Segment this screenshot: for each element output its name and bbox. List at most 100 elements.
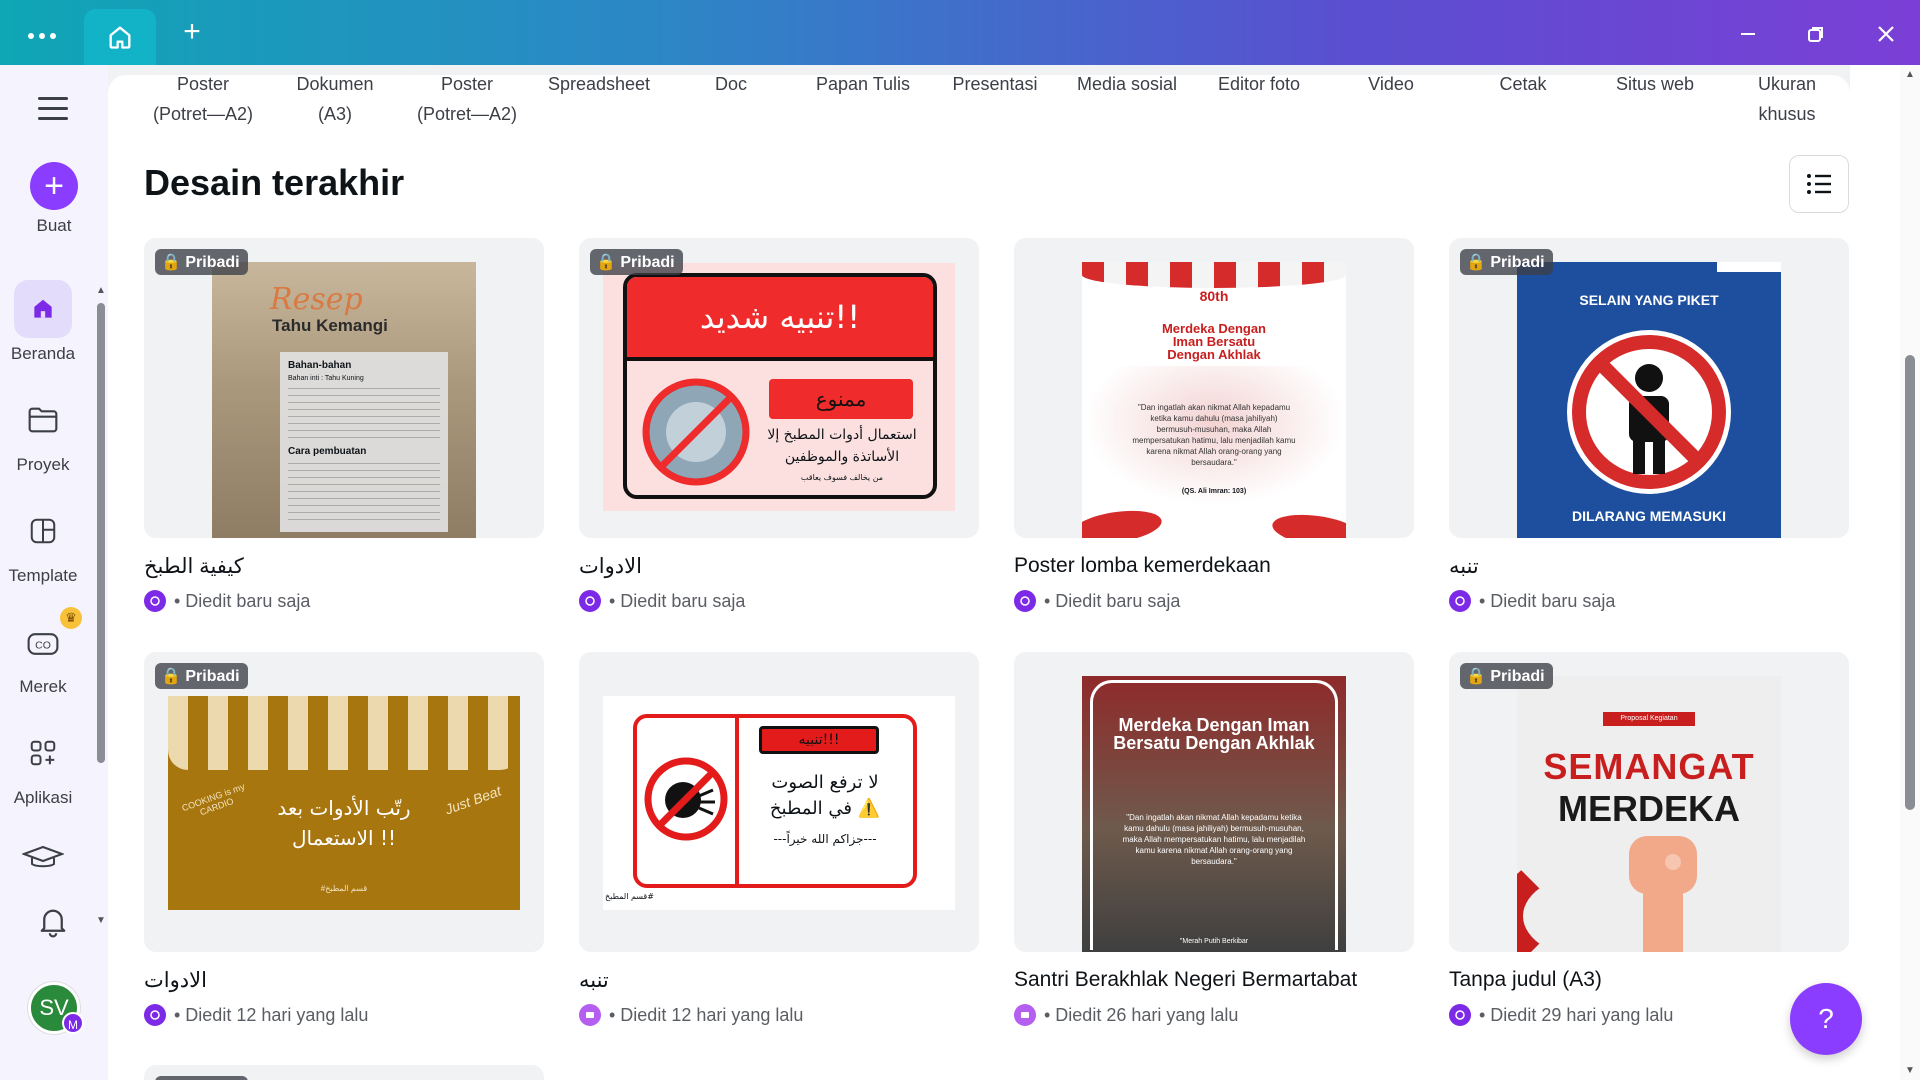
preview-heading: تنبيه!!! <box>759 726 879 754</box>
edit-compass-icon <box>579 590 601 612</box>
category-item[interactable]: Media sosial <box>1062 69 1192 99</box>
rail-item-beranda[interactable]: Beranda <box>0 280 86 364</box>
category-item[interactable]: Presentasi <box>930 69 1060 99</box>
close-icon[interactable] <box>1868 16 1904 52</box>
recipe-card: Bahan-bahan Bahan inti : Tahu Kuning Car… <box>280 352 448 532</box>
restore-icon[interactable] <box>1798 16 1834 52</box>
rail-label: Template <box>8 566 78 585</box>
rail-item-aplikasi[interactable]: Aplikasi <box>0 724 86 808</box>
design-thumbnail[interactable]: تنبيه!!! لا ترفع الصوت في المطبخ ⚠️ ---ج… <box>579 652 979 952</box>
category-item[interactable]: Ukuran khusus <box>1722 69 1852 129</box>
design-title[interactable]: Poster lomba kemerdekaan <box>1014 554 1414 582</box>
category-line2: khusus <box>1758 104 1816 124</box>
design-meta: • Diedit 12 hari yang lalu <box>144 1004 544 1026</box>
apps-icon <box>14 724 72 782</box>
hamburger-menu-icon[interactable] <box>38 97 68 121</box>
category-item[interactable]: Poster (Potret—A2) <box>138 69 268 129</box>
design-meta-text: • Diedit baru saja <box>174 590 311 611</box>
home-icon <box>109 26 131 49</box>
rail-item-proyek[interactable]: Proyek <box>0 391 86 475</box>
category-item[interactable]: Spreadsheet <box>534 69 664 99</box>
design-meta: • Diedit 26 hari yang lalu <box>1014 1004 1414 1026</box>
fist-illustration <box>1629 836 1697 952</box>
design-card[interactable]: تنبيه!!! لا ترفع الصوت في المطبخ ⚠️ ---ج… <box>579 652 979 1026</box>
design-card[interactable]: 🔒 Pribadi <box>144 1065 544 1080</box>
rail-item-template[interactable]: Template <box>0 502 86 586</box>
design-thumbnail[interactable]: Proposal Kegiatan SEMANGAT MERDEKA 🔒 Pri… <box>1449 652 1849 952</box>
design-meta-text: • Diedit 12 hari yang lalu <box>174 1004 369 1025</box>
graduation-cap-icon[interactable] <box>21 845 65 874</box>
left-rail: + Buat Beranda Proyek Template CO ♛ Mere… <box>0 65 108 1080</box>
preview-badge: 80th <box>1199 288 1229 304</box>
new-tab-plus-icon[interactable]: + <box>176 16 208 48</box>
design-meta-text: • Diedit baru saja <box>1479 590 1616 611</box>
minimize-icon[interactable] <box>1730 16 1766 52</box>
preview-ingredients-main: Bahan inti : Tahu Kuning <box>288 375 364 382</box>
design-card[interactable]: Proposal Kegiatan SEMANGAT MERDEKA 🔒 Pri… <box>1449 652 1849 1026</box>
preview-line2: الاستعمال !! <box>292 826 396 850</box>
design-thumbnail[interactable]: Merdeka Dengan Iman Bersatu Dengan Akhla… <box>1014 652 1414 952</box>
rail-item-merek[interactable]: CO ♛ Merek <box>0 607 86 697</box>
category-line1: Papan Tulis <box>815 74 911 94</box>
design-card[interactable]: تنبيه شديد!! ممنوع استعمال أدوات المطبخ … <box>579 238 979 612</box>
preview-heading: Resep <box>270 282 363 317</box>
category-item[interactable]: Cetak <box>1458 69 1588 99</box>
design-title[interactable]: Tanpa judul (A3) <box>1449 968 1849 996</box>
design-title[interactable]: تنبه <box>579 968 979 996</box>
page-scrollbar[interactable]: ▲ ▼ <box>1900 65 1920 1080</box>
rail-scrollbar[interactable]: ▲ ▼ <box>96 285 108 935</box>
preview-footer: "Merah Putih Berkibar <box>1179 938 1249 945</box>
design-card[interactable]: SELAIN YANG PIKET DILARANG MEMASUKI 🔒 Pr… <box>1449 238 1849 612</box>
preview-line1: استعمال أدوات المطبخ إلا <box>767 427 917 443</box>
category-item[interactable]: Situs web <box>1590 69 1720 99</box>
design-thumbnail[interactable]: SELAIN YANG PIKET DILARANG MEMASUKI 🔒 Pr… <box>1449 238 1849 538</box>
rail-label: Beranda <box>10 344 76 363</box>
category-item[interactable]: Editor foto <box>1194 69 1324 99</box>
category-item[interactable]: Poster (Potret—A2) <box>402 69 532 129</box>
design-card[interactable]: COOKING is my CARDIO رتّب الأدوات بعد ال… <box>144 652 544 1026</box>
design-title[interactable]: الادوات <box>579 554 979 582</box>
folder-icon <box>14 391 72 449</box>
preview-heading: Merdeka Dengan Iman Bersatu Dengan Akhla… <box>1161 321 1267 362</box>
warning-preview: تنبيه شديد!! ممنوع استعمال أدوات المطبخ … <box>603 263 955 511</box>
rail-label: Aplikasi <box>13 788 73 807</box>
section-title: Desain terakhir <box>144 162 405 203</box>
home-tab[interactable] <box>84 9 156 65</box>
design-type-row: Poster (Potret—A2) Dokumen (A3) Poster (Pot… <box>138 69 1838 129</box>
design-thumbnail[interactable]: 80th Merdeka Dengan Iman Bersatu Dengan … <box>1014 238 1414 538</box>
design-title[interactable]: تنبه <box>1449 554 1849 582</box>
more-horizontal-icon[interactable] <box>22 20 62 48</box>
category-item[interactable]: Dokumen (A3) <box>270 69 400 129</box>
design-card[interactable]: Merdeka Dengan Iman Bersatu Dengan Akhla… <box>1014 652 1414 1026</box>
preview-heading: Merdeka Dengan Iman Bersatu Dengan Akhla… <box>1113 715 1315 753</box>
rail-label: Merek <box>19 677 67 696</box>
create-button[interactable]: + Buat <box>11 162 97 236</box>
design-title[interactable]: Santri Berakhlak Negeri Bermartabat <box>1014 968 1414 996</box>
category-item[interactable]: Doc <box>666 69 796 99</box>
title-bar: + <box>0 0 1920 65</box>
design-thumbnail[interactable]: تنبيه شديد!! ممنوع استعمال أدوات المطبخ … <box>579 238 979 538</box>
help-button[interactable]: ? <box>1790 983 1862 1055</box>
design-card[interactable]: Resep Tahu Kemangi Bahan-bahan Bahan int… <box>144 238 544 612</box>
design-thumbnail[interactable]: Resep Tahu Kemangi Bahan-bahan Bahan int… <box>144 238 544 538</box>
design-card[interactable]: 80th Merdeka Dengan Iman Bersatu Dengan … <box>1014 238 1414 612</box>
private-badge: 🔒 Pribadi <box>590 249 683 275</box>
edit-compass-icon <box>1014 590 1036 612</box>
presentation-icon <box>1014 1004 1036 1026</box>
preview-bottom: DILARANG MEMASUKI <box>1572 508 1726 524</box>
rail-label: Proyek <box>16 455 70 474</box>
design-thumbnail[interactable]: 🔒 Pribadi <box>144 1065 544 1080</box>
design-title[interactable]: كيفية الطبخ <box>144 554 544 582</box>
bell-icon[interactable] <box>38 905 68 944</box>
design-meta-text: • Diedit 29 hari yang lalu <box>1479 1004 1674 1025</box>
preview-ingredients-label: Bahan-bahan <box>288 360 352 371</box>
private-badge-label: Pribadi <box>620 254 675 271</box>
design-thumbnail[interactable]: COOKING is my CARDIO رتّب الأدوات بعد ال… <box>144 652 544 952</box>
category-item[interactable]: Video <box>1326 69 1456 99</box>
design-title[interactable]: الادوات <box>144 968 544 996</box>
category-item[interactable]: Papan Tulis <box>798 69 928 99</box>
private-badge: 🔒 Pribadi <box>1460 249 1553 275</box>
no-entry-preview: SELAIN YANG PIKET DILARANG MEMASUKI <box>1517 262 1781 538</box>
list-view-button[interactable] <box>1789 155 1849 213</box>
preview-tag: ممنوع <box>769 379 913 419</box>
